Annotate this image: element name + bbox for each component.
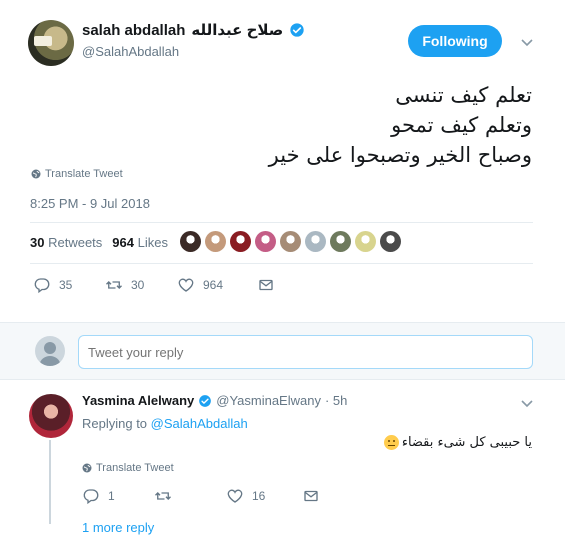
like-count: 16 [252, 489, 266, 503]
likes-stat[interactable]: 964 Likes [112, 235, 168, 250]
liker-avatar[interactable] [330, 231, 351, 252]
liker-avatar[interactable] [230, 231, 251, 252]
default-user-icon [39, 342, 61, 366]
reply-count: 1 [108, 489, 115, 503]
author-avatar[interactable] [28, 20, 74, 66]
reply-author-handle[interactable]: @YasminaElwany [216, 393, 321, 408]
retweets-stat[interactable]: 30 Retweets [30, 235, 102, 250]
reply-text-content: يا حبيبى كل شىء بقضاء [401, 435, 532, 450]
tweet-actions: 35 30 964 [33, 276, 275, 294]
reply-time[interactable]: · 5h [325, 393, 347, 408]
liker-avatar[interactable] [255, 231, 276, 252]
reply-actions: 1 16 [82, 487, 320, 505]
reply-composer [0, 322, 565, 380]
replying-to-link[interactable]: @SalahAbdallah [151, 416, 248, 431]
replying-prefix: Replying to [82, 416, 148, 431]
likes-count[interactable]: 964 [112, 235, 134, 250]
user-avatar[interactable] [35, 336, 65, 366]
main-tweet: salah abdallah صلاح عبدالله @SalahAbdall… [0, 0, 565, 322]
like-action[interactable]: 964 [177, 276, 257, 294]
reply-text: يا حبيبى كل شىء بقضاء [383, 435, 532, 450]
reply-action[interactable]: 35 [33, 276, 105, 294]
liker-avatars [180, 231, 401, 252]
tweet-text-line: وصباح الخير وتصبحوا على خير [268, 143, 532, 167]
tweet-text: تعلم كيف تنسى وتعلم كيف تمحو وصباح الخير… [269, 80, 532, 170]
following-button[interactable]: Following [408, 25, 502, 57]
liker-avatar[interactable] [305, 231, 326, 252]
direct-message-action[interactable] [257, 276, 275, 294]
reply-action[interactable]: 1 [82, 487, 154, 505]
translate-tweet-link[interactable]: Translate Tweet [31, 168, 123, 180]
tweet-text-line: تعلم كيف تنسى [395, 83, 532, 107]
translate-tweet-link[interactable]: Translate Tweet [82, 462, 174, 474]
chevron-down-icon[interactable] [520, 35, 534, 49]
like-action[interactable]: 16 [226, 487, 302, 505]
tweet-timestamp[interactable]: 8:25 PM - 9 Jul 2018 [30, 196, 150, 211]
tweet-text-line: وتعلم كيف تمحو [391, 113, 532, 137]
reply-author-name[interactable]: Yasmina Alelwany [82, 393, 194, 408]
like-count: 964 [203, 278, 224, 292]
heart-icon [178, 278, 194, 292]
liker-avatar[interactable] [180, 231, 201, 252]
retweet-action[interactable] [154, 487, 226, 505]
reply-input[interactable] [78, 335, 533, 369]
replying-to: Replying to @SalahAbdallah [82, 416, 248, 431]
translate-label[interactable]: Translate Tweet [96, 462, 174, 474]
reply-author-avatar[interactable] [29, 394, 73, 438]
retweet-count: 30 [131, 278, 145, 292]
liker-avatar[interactable] [355, 231, 376, 252]
heart-icon [227, 489, 243, 503]
author-name-row[interactable]: salah abdallah صلاح عبدالله [82, 21, 305, 39]
verified-badge-icon [290, 23, 304, 37]
more-replies-link[interactable]: 1 more reply [82, 520, 154, 535]
retweet-icon [155, 492, 171, 500]
author-name-arabic[interactable]: صلاح عبدالله [191, 21, 283, 39]
liker-avatar[interactable] [205, 231, 226, 252]
author-name[interactable]: salah abdallah [82, 22, 185, 39]
author-handle[interactable]: @SalahAbdallah [82, 44, 179, 59]
liker-avatar[interactable] [380, 231, 401, 252]
retweet-action[interactable]: 30 [105, 276, 177, 294]
verified-badge-icon [199, 394, 212, 407]
reply-tweet: Yasmina Alelwany @YasminaElwany · 5h Rep… [0, 380, 565, 544]
direct-message-action[interactable] [302, 487, 320, 505]
retweet-icon [106, 281, 122, 289]
tweet-stats: 30 Retweets 964 Likes [30, 235, 168, 250]
translate-label[interactable]: Translate Tweet [45, 168, 123, 180]
divider [30, 263, 533, 264]
liker-avatar[interactable] [280, 231, 301, 252]
globe-icon [82, 463, 92, 473]
divider [30, 222, 533, 223]
reply-icon [34, 278, 50, 294]
envelope-icon [259, 279, 273, 291]
retweets-count[interactable]: 30 [30, 235, 44, 250]
reply-icon [83, 489, 99, 505]
reply-author-row: Yasmina Alelwany @YasminaElwany · 5h [82, 393, 347, 408]
likes-stat-label[interactable]: Likes [138, 235, 168, 250]
thread-line [49, 440, 51, 524]
chevron-down-icon[interactable] [520, 396, 534, 410]
globe-icon [31, 169, 41, 179]
reply-count: 35 [59, 278, 73, 292]
envelope-icon [304, 490, 318, 502]
retweets-stat-label[interactable]: Retweets [48, 235, 102, 250]
neutral-face-emoji-icon [383, 435, 399, 450]
